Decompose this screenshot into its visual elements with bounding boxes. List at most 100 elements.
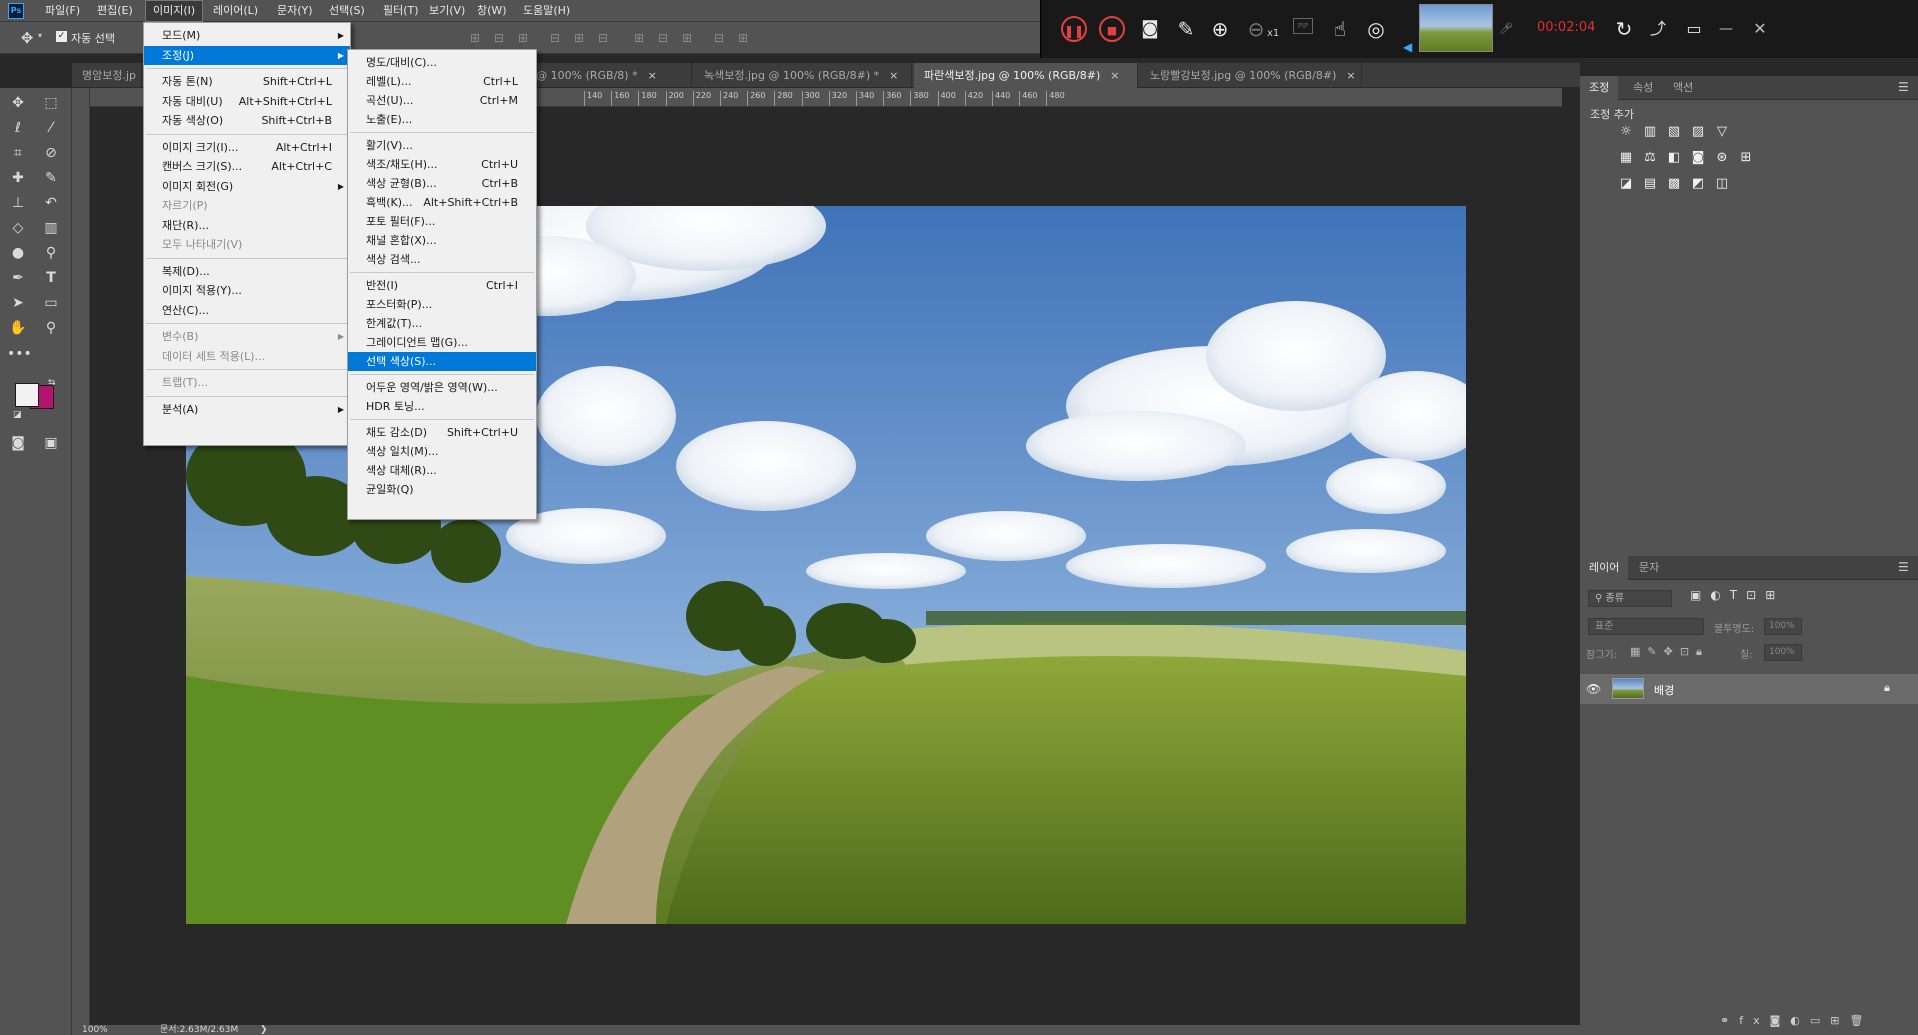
- align-distribute-icon[interactable]: ⊟: [488, 27, 510, 49]
- document-tab[interactable]: 파란색보정.jpg @ 100% (RGB/8#) ×: [914, 63, 1138, 88]
- pen-tool-icon[interactable]: ✒: [7, 267, 29, 289]
- zoom-level[interactable]: 100%: [82, 1025, 108, 1035]
- adjustment-preset-icon[interactable]: ☼: [1618, 124, 1634, 140]
- crop-tool-icon[interactable]: ⌗: [7, 142, 29, 164]
- menu-item[interactable]: 이미지 크기(I)... Alt+Ctrl+I: [144, 138, 350, 158]
- menu-item[interactable]: 한계값(T)...: [348, 314, 536, 333]
- menu-item[interactable]: 채도 감소(D) Shift+Ctrl+U: [348, 423, 536, 442]
- blend-mode-select[interactable]: 표준: [1588, 618, 1704, 635]
- mic-icon[interactable]: 🎤︎: [1499, 22, 1513, 35]
- refresh-icon[interactable]: ↻: [1611, 16, 1637, 42]
- align-distribute-icon[interactable]: ⊞: [628, 27, 650, 49]
- lasso-tool-icon[interactable]: ℓ: [7, 117, 29, 139]
- close-icon[interactable]: ✕: [1747, 16, 1773, 42]
- menu-item[interactable]: 색상 대체(R)...: [348, 461, 536, 480]
- menu-item[interactable]: 활기(V)...: [348, 136, 536, 155]
- quick-mask-icon[interactable]: ◙: [7, 432, 29, 454]
- menu-10[interactable]: 도움말(H): [516, 0, 577, 22]
- adjustment-preset-icon[interactable]: ⊛: [1714, 150, 1730, 166]
- layer-kind-filter[interactable]: ⚲ 종류: [1588, 590, 1672, 607]
- menu-item[interactable]: 색상 검색...: [348, 250, 536, 269]
- menu-item[interactable]: 레벨(L)... Ctrl+L: [348, 72, 536, 91]
- marquee-tool-icon[interactable]: ⬚: [40, 92, 62, 114]
- menu-item[interactable]: 분석(A) ▶: [144, 400, 350, 420]
- adjustment-preset-icon[interactable]: ⚖: [1642, 150, 1658, 166]
- menu-item[interactable]: HDR 토닝...: [348, 397, 536, 416]
- hand-tool-icon[interactable]: ✋: [7, 317, 29, 339]
- export-icon[interactable]: ⤴: [1645, 16, 1671, 42]
- fill-input[interactable]: 100%: [1764, 644, 1802, 661]
- layer-filter-icons[interactable]: ▣◐T⊡⊞: [1690, 588, 1784, 602]
- align-distribute-icon[interactable]: ⊟: [544, 27, 566, 49]
- menu-item[interactable]: 모드(M) ▶: [144, 26, 350, 46]
- settings-panel-icon[interactable]: ▭: [1681, 16, 1707, 42]
- adjustment-preset-icon[interactable]: ▧: [1666, 124, 1682, 140]
- align-distribute-icon[interactable]: ⊞: [676, 27, 698, 49]
- stop-icon[interactable]: ■: [1099, 16, 1125, 42]
- panel-tab[interactable]: 조정: [1580, 76, 1619, 100]
- menu-1[interactable]: 파일(F): [38, 0, 87, 22]
- document-tab[interactable]: 명암보정.jp: [72, 63, 142, 88]
- adjustment-preset-icon[interactable]: ⊞: [1738, 150, 1754, 166]
- zoom-out-icon[interactable]: ⊖: [1243, 16, 1269, 42]
- type-tool-icon[interactable]: T: [40, 267, 62, 289]
- move-tool-icon[interactable]: ✥: [7, 92, 29, 114]
- default-colors-icon[interactable]: ◪: [13, 410, 22, 420]
- adjustment-preset-icon[interactable]: ◙: [1690, 150, 1706, 166]
- magic-wand-icon[interactable]: ⁄: [40, 117, 62, 139]
- menu-8[interactable]: 보기(V): [422, 0, 472, 22]
- menu-item[interactable]: 색조/채도(H)... Ctrl+U: [348, 155, 536, 174]
- menu-item[interactable]: 이미지 적용(Y)...: [144, 281, 350, 301]
- move-tool-icon[interactable]: ✥: [16, 27, 38, 49]
- align-distribute-icon[interactable]: ⊞: [568, 27, 590, 49]
- menu-item[interactable]: 자동 톤(N) Shift+Ctrl+L: [144, 72, 350, 92]
- adjustment-preset-icon[interactable]: ◩: [1690, 176, 1706, 192]
- align-distribute-icon[interactable]: ⊟: [708, 27, 730, 49]
- draw-pen-icon[interactable]: ✎: [1173, 16, 1199, 42]
- rectangle-tool-icon[interactable]: ▭: [40, 292, 62, 314]
- foreground-color-swatch[interactable]: [15, 383, 39, 407]
- menu-item[interactable]: 캔버스 크기(S)... Alt+Ctrl+C: [144, 157, 350, 177]
- vertical-ruler[interactable]: [72, 88, 90, 1025]
- pause-icon[interactable]: ❚❚: [1061, 16, 1087, 42]
- screen-mode-icon[interactable]: ▣: [40, 432, 62, 454]
- menu-5[interactable]: 문자(Y): [270, 0, 320, 22]
- panel-menu-icon[interactable]: ☰: [1898, 80, 1909, 94]
- adjustment-preset-icon[interactable]: ▤: [1642, 176, 1658, 192]
- adjustment-preset-icon[interactable]: ▨: [1690, 124, 1706, 140]
- menu-item[interactable]: 조정(J) ▶: [144, 45, 350, 65]
- menu-item[interactable]: 색상 균형(B)... Ctrl+B: [348, 174, 536, 193]
- eyedropper-icon[interactable]: ⊘: [40, 142, 62, 164]
- speaker-icon[interactable]: ◀: [1403, 40, 1412, 54]
- screenshot-icon[interactable]: ◙: [1137, 16, 1163, 42]
- lock-icons[interactable]: ▦✎✥⊡🔒︎: [1630, 645, 1709, 659]
- menu-item[interactable]: 반전(I) Ctrl+I: [348, 276, 536, 295]
- menu-item[interactable]: 균일화(Q): [348, 480, 536, 499]
- panel-tab[interactable]: 속성: [1624, 76, 1662, 100]
- eraser-tool-icon[interactable]: ◇: [7, 217, 29, 239]
- menu-item[interactable]: 어두운 영역/밝은 영역(W)...: [348, 378, 536, 397]
- align-distribute-icon[interactable]: ⊞: [464, 27, 486, 49]
- adjustment-preset-icon[interactable]: ▽: [1714, 124, 1730, 140]
- align-distribute-icon[interactable]: ⊞: [512, 27, 534, 49]
- panel-tab[interactable]: 레이어: [1580, 556, 1629, 580]
- menu-item[interactable]: 자동 대비(U) Alt+Shift+Ctrl+L: [144, 92, 350, 112]
- swap-colors-icon[interactable]: ⇆: [48, 378, 56, 388]
- panel-tab[interactable]: 액션: [1664, 76, 1702, 100]
- opacity-input[interactable]: 100%: [1764, 618, 1802, 635]
- close-tab-icon[interactable]: ×: [889, 69, 898, 82]
- align-distribute-icon[interactable]: ⊞: [732, 27, 754, 49]
- document-tab[interactable]: 녹색보정.jpg @ 100% (RGB/8#) * ×: [694, 63, 912, 88]
- adjustment-preset-icon[interactable]: ◧: [1666, 150, 1682, 166]
- menu-9[interactable]: 창(W): [470, 0, 514, 22]
- adjustment-preset-icon[interactable]: ▩: [1666, 176, 1682, 192]
- menu-6[interactable]: 선택(S): [322, 0, 372, 22]
- menu-item[interactable]: 이미지 회전(G) ▶: [144, 177, 350, 197]
- layer-visibility-eye-icon[interactable]: 👁︎: [1586, 682, 1601, 696]
- zoom-in-icon[interactable]: ⊕: [1207, 16, 1233, 42]
- status-menu-arrow-icon[interactable]: ❯: [260, 1025, 268, 1035]
- dodge-tool-icon[interactable]: ⚲: [40, 242, 62, 264]
- hide-cursor-icon[interactable]: ◎: [1363, 16, 1389, 42]
- align-distribute-icon[interactable]: ⊟: [592, 27, 614, 49]
- blur-tool-icon[interactable]: ●: [7, 242, 29, 264]
